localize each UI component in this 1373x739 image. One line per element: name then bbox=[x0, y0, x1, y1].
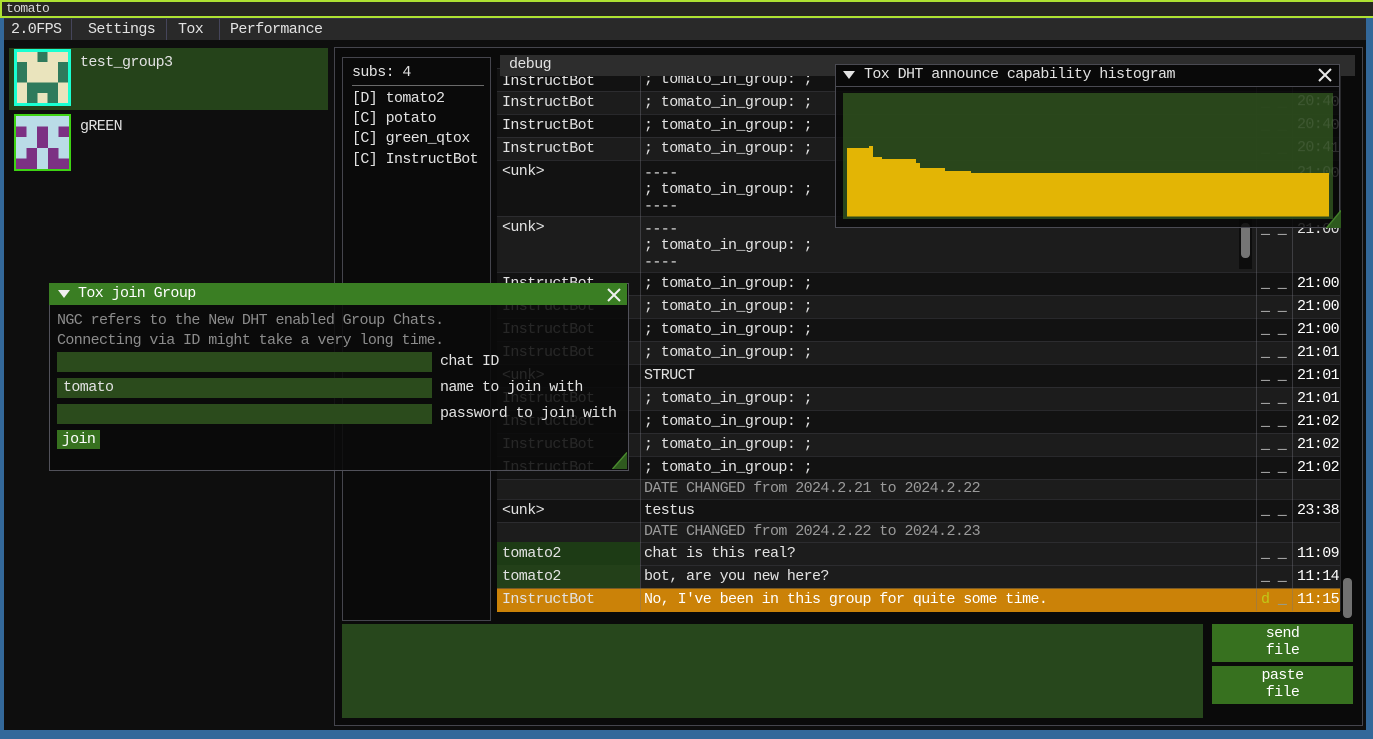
svg-text:20:40: 20:40 bbox=[1297, 93, 1333, 110]
svg-text:20:41: 20:41 bbox=[1297, 139, 1333, 156]
svg-text:20:40: 20:40 bbox=[1297, 116, 1333, 133]
